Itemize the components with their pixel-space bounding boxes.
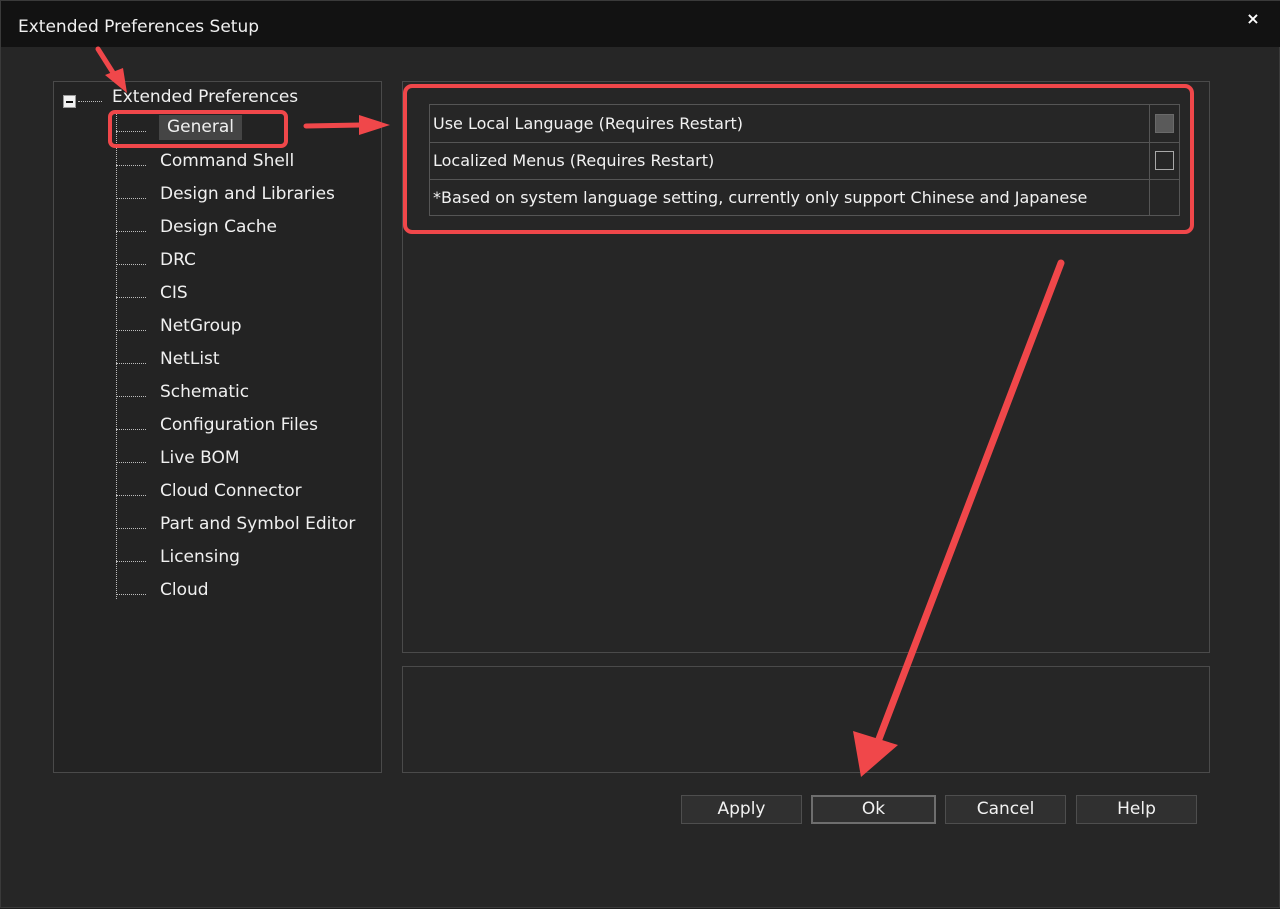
ok-button[interactable]: Ok bbox=[811, 795, 936, 824]
tree-item-general[interactable]: General bbox=[116, 115, 376, 143]
tree-item-design-and-libraries[interactable]: Design and Libraries bbox=[116, 182, 376, 210]
tree-connector bbox=[116, 198, 146, 199]
setting-value-cell bbox=[1149, 142, 1180, 179]
tree-connector bbox=[116, 131, 146, 132]
tree-item-design-cache[interactable]: Design Cache bbox=[116, 215, 376, 243]
setting-label: Localized Menus (Requires Restart) bbox=[433, 151, 715, 170]
tree-item-live-bom[interactable]: Live BOM bbox=[116, 446, 376, 474]
tree-connector bbox=[116, 330, 146, 331]
tree-item-label: Schematic bbox=[160, 382, 250, 402]
cancel-button[interactable]: Cancel bbox=[945, 795, 1066, 824]
tree-item-label: CIS bbox=[160, 283, 188, 303]
description-panel bbox=[402, 666, 1210, 773]
preferences-dialog: Extended Preferences Setup × Extended Pr… bbox=[0, 0, 1280, 908]
setting-label: Use Local Language (Requires Restart) bbox=[433, 114, 744, 133]
tree-connector bbox=[116, 561, 146, 562]
tree-item-drc[interactable]: DRC bbox=[116, 248, 376, 276]
setting-row-use-local-language: Use Local Language (Requires Restart) bbox=[430, 105, 1179, 143]
tree-item-label: Configuration Files bbox=[160, 415, 318, 435]
tree-item-label: Design Cache bbox=[160, 217, 277, 237]
tree-connector bbox=[78, 101, 102, 102]
tree-connector bbox=[116, 495, 146, 496]
tree-item-command-shell[interactable]: Command Shell bbox=[116, 149, 376, 177]
tree-connector bbox=[116, 165, 146, 166]
tree-item-part-and-symbol-editor[interactable]: Part and Symbol Editor bbox=[116, 512, 376, 540]
tree-connector bbox=[116, 297, 146, 298]
tree-item-label: Cloud bbox=[160, 580, 209, 600]
help-button[interactable]: Help bbox=[1076, 795, 1197, 824]
tree-item-cloud[interactable]: Cloud bbox=[116, 578, 376, 606]
tree-item-label: Live BOM bbox=[160, 448, 240, 468]
tree-item-configuration-files[interactable]: Configuration Files bbox=[116, 413, 376, 441]
tree-item-netgroup[interactable]: NetGroup bbox=[116, 314, 376, 342]
setting-row-note: *Based on system language setting, curre… bbox=[430, 179, 1179, 216]
tree-item-cloud-connector[interactable]: Cloud Connector bbox=[116, 479, 376, 507]
close-icon[interactable]: × bbox=[1241, 7, 1265, 31]
tree-item-label: Licensing bbox=[160, 547, 240, 567]
tree-item-cis[interactable]: CIS bbox=[116, 281, 376, 309]
tree-connector bbox=[116, 462, 146, 463]
tree-connector bbox=[116, 528, 146, 529]
tree-item-licensing[interactable]: Licensing bbox=[116, 545, 376, 573]
tree-connector bbox=[116, 231, 146, 232]
tree-root-extended-preferences[interactable]: Extended Preferences bbox=[112, 87, 298, 107]
setting-row-localized-menus: Localized Menus (Requires Restart) bbox=[430, 142, 1179, 180]
use-local-language-checkbox[interactable] bbox=[1155, 114, 1174, 133]
tree-item-label: NetGroup bbox=[160, 316, 242, 336]
title-bar: Extended Preferences Setup × bbox=[1, 1, 1280, 47]
tree-connector bbox=[116, 429, 146, 430]
setting-value-cell bbox=[1149, 105, 1180, 142]
collapse-icon[interactable] bbox=[63, 95, 76, 108]
setting-value-cell bbox=[1149, 179, 1180, 216]
tree-connector bbox=[116, 396, 146, 397]
tree-item-label: NetList bbox=[160, 349, 220, 369]
tree-item-label: Design and Libraries bbox=[160, 184, 335, 204]
tree-connector bbox=[116, 264, 146, 265]
tree-item-netlist[interactable]: NetList bbox=[116, 347, 376, 375]
window-title: Extended Preferences Setup bbox=[18, 17, 260, 37]
tree-item-label: DRC bbox=[160, 250, 196, 270]
tree-connector bbox=[116, 594, 146, 595]
settings-grid: Use Local Language (Requires Restart) Lo… bbox=[429, 104, 1180, 216]
tree-connector bbox=[116, 363, 146, 364]
setting-note: *Based on system language setting, curre… bbox=[433, 188, 1088, 207]
localized-menus-checkbox[interactable] bbox=[1155, 151, 1174, 170]
tree-item-label: General bbox=[159, 115, 242, 140]
tree-item-label: Part and Symbol Editor bbox=[160, 514, 356, 534]
tree-item-label: Command Shell bbox=[160, 151, 295, 171]
tree-item-schematic[interactable]: Schematic bbox=[116, 380, 376, 408]
apply-button[interactable]: Apply bbox=[681, 795, 802, 824]
tree-item-label: Cloud Connector bbox=[160, 481, 302, 501]
